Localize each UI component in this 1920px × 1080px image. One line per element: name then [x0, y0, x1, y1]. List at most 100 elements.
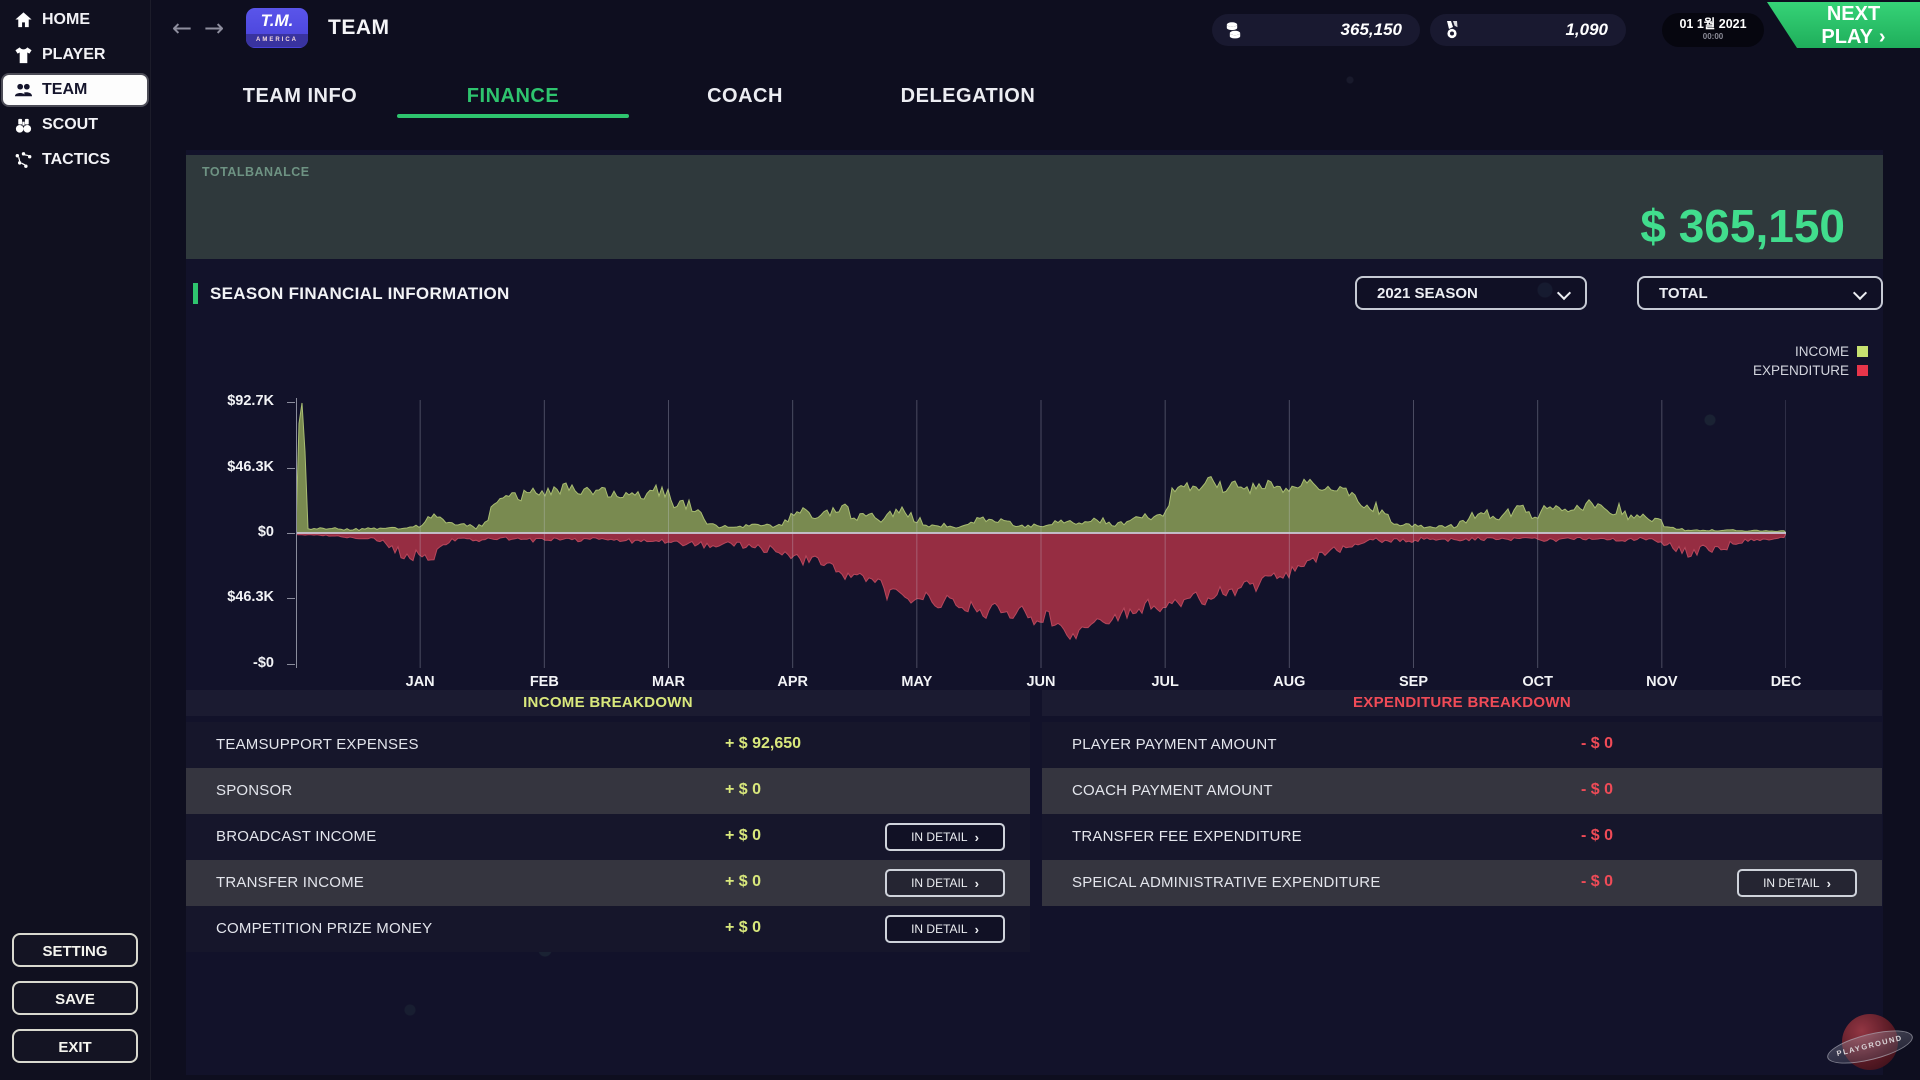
- table-row: COACH PAYMENT AMOUNT - $ 0: [1042, 768, 1882, 814]
- row-value: + $ 0: [725, 781, 762, 798]
- chevron-down-icon: [1852, 285, 1868, 301]
- row-label: SPONSOR: [216, 782, 293, 799]
- chevron-right-icon: ›: [1826, 875, 1831, 891]
- table-row: TRANSFER FEE EXPENDITURE - $ 0: [1042, 814, 1882, 860]
- expenditure-breakdown-table: EXPENDITURE BREAKDOWN PLAYER PAYMENT AMO…: [1042, 690, 1882, 906]
- row-value: - $ 0: [1581, 873, 1614, 890]
- shirt-icon: [15, 46, 32, 63]
- row-value: - $ 0: [1581, 735, 1614, 752]
- sidebar-item-home[interactable]: HOME: [3, 5, 147, 35]
- page-title: TEAM: [328, 16, 390, 39]
- income-breakdown-table: INCOME BREAKDOWN TEAMSUPPORT EXPENSES + …: [186, 690, 1030, 952]
- club-logo[interactable]: T.M. AMERICA: [246, 8, 308, 48]
- x-tick-jul: JUL: [1151, 674, 1179, 690]
- medal-icon: [1447, 21, 1458, 39]
- sidebar-item-label: SCOUT: [42, 116, 98, 133]
- tab-delegation[interactable]: DELEGATION: [868, 85, 1068, 108]
- sidebar-item-label: TACTICS: [42, 151, 111, 168]
- chevron-right-icon: ›: [974, 921, 979, 937]
- forward-arrow-icon[interactable]: →: [204, 14, 224, 42]
- row-value: + $ 92,650: [725, 735, 802, 752]
- in-detail-button[interactable]: IN DETAIL ›: [1737, 869, 1857, 897]
- row-value: + $ 0: [725, 919, 762, 936]
- x-tick-jan: JAN: [405, 674, 435, 690]
- tab-coach[interactable]: COACH: [660, 85, 830, 108]
- season-dropdown[interactable]: 2021 SEASON: [1355, 276, 1587, 310]
- sidebar-item-scout[interactable]: SCOUT: [3, 110, 147, 140]
- x-tick-oct: OCT: [1522, 674, 1553, 690]
- y-tick-mark: [287, 598, 295, 600]
- home-icon: [15, 11, 32, 27]
- back-arrow-icon[interactable]: ←: [172, 14, 192, 42]
- next-play-button[interactable]: NEXT PLAY ›: [1767, 2, 1920, 48]
- date-indicator: 01 1월 2021 00:00: [1662, 13, 1764, 47]
- x-tick-feb: FEB: [529, 674, 559, 690]
- save-button[interactable]: SAVE: [12, 981, 138, 1015]
- tactics-icon: [15, 151, 32, 168]
- chevron-down-icon: [1556, 285, 1572, 301]
- income-table-header: INCOME BREAKDOWN: [186, 690, 1030, 716]
- in-detail-button[interactable]: IN DETAIL ›: [885, 915, 1005, 943]
- row-label: TEAMSUPPORT EXPENSES: [216, 736, 419, 753]
- x-tick-aug: AUG: [1273, 674, 1306, 690]
- row-label: TRANSFER INCOME: [216, 874, 365, 891]
- y-tick: $0: [257, 524, 274, 540]
- club-logo-subtext: AMERICA: [246, 34, 308, 47]
- row-value: + $ 0: [725, 827, 762, 844]
- section-title: SEASON FINANCIAL INFORMATION: [210, 284, 510, 303]
- row-label: SPEICAL ADMINISTRATIVE EXPENDITURE: [1072, 874, 1381, 891]
- table-row: SPEICAL ADMINISTRATIVE EXPENDITURE - $ 0…: [1042, 860, 1882, 906]
- row-label: TRANSFER FEE EXPENDITURE: [1072, 828, 1302, 845]
- sidebar-item-label: HOME: [42, 11, 90, 28]
- exit-button[interactable]: EXIT: [12, 1029, 138, 1063]
- club-logo-text: T.M.: [260, 11, 294, 30]
- table-row: SPONSOR + $ 0: [186, 768, 1030, 814]
- x-tick-nov: NOV: [1646, 674, 1678, 690]
- in-detail-button[interactable]: IN DETAIL ›: [885, 823, 1005, 851]
- money-value: 365,150: [1340, 20, 1402, 39]
- expenditure-table-header: EXPENDITURE BREAKDOWN: [1042, 690, 1882, 716]
- tab-finance[interactable]: FINANCE: [397, 85, 629, 108]
- x-tick-dec: DEC: [1770, 674, 1802, 690]
- top-bar: ← → T.M. AMERICA TEAM 365,150 1,090 01 1…: [150, 0, 1920, 58]
- table-row: PLAYER PAYMENT AMOUNT - $ 0: [1042, 722, 1882, 768]
- y-tick-mark: [287, 664, 295, 665]
- coins-icon: [1226, 22, 1241, 39]
- chevron-right-icon: ›: [974, 875, 979, 891]
- in-detail-button[interactable]: IN DETAIL ›: [885, 869, 1005, 897]
- chevron-right-icon: ›: [1878, 26, 1886, 48]
- scope-dropdown[interactable]: TOTAL: [1637, 276, 1883, 310]
- tab-team-info[interactable]: TEAM INFO: [220, 85, 380, 108]
- y-tick: -$0: [253, 655, 274, 671]
- setting-button[interactable]: SETTING: [12, 933, 138, 967]
- row-label: COMPETITION PRIZE MONEY: [216, 920, 433, 937]
- y-tick-mark: [287, 467, 295, 469]
- binoculars-icon: [15, 118, 32, 133]
- balance-label: TOTALBANALCE: [202, 165, 310, 179]
- game-time: 00:00: [1702, 32, 1724, 41]
- active-tab-underline: [397, 114, 629, 118]
- y-tick: $46.3K: [227, 458, 274, 475]
- team-icon: [14, 83, 33, 96]
- row-value: - $ 0: [1581, 827, 1614, 844]
- x-tick-mar: MAR: [651, 674, 686, 690]
- y-tick: $46.3K: [227, 589, 274, 606]
- sidebar-item-player[interactable]: PLAYER: [3, 40, 147, 70]
- chart-legend: INCOME EXPENDITURE: [1753, 342, 1868, 380]
- chart-y-axis: $92.7K $46.3K $0 $46.3K -$0: [218, 393, 295, 671]
- medal-indicator: 1,090: [1430, 14, 1626, 46]
- total-balance-panel: TOTALBANALCE $ 365,150: [186, 155, 1883, 259]
- scope-dropdown-value: TOTAL: [1659, 284, 1708, 302]
- game-date: 01 1월 2021: [1679, 17, 1747, 31]
- sidebar-item-team[interactable]: TEAM: [3, 75, 147, 105]
- legend-income-swatch: [1857, 346, 1868, 357]
- x-tick-may: MAY: [901, 674, 933, 690]
- y-tick: $92.7K: [227, 393, 274, 409]
- money-indicator: 365,150: [1212, 14, 1420, 46]
- sidebar-item-tactics[interactable]: TACTICS: [3, 145, 147, 175]
- sidebar: HOME PLAYER TEAM SCOUT TACTICS SETTING S…: [0, 0, 151, 1080]
- row-value: + $ 0: [725, 873, 762, 890]
- sidebar-item-label: TEAM: [42, 81, 88, 98]
- sidebar-item-label: PLAYER: [42, 46, 106, 63]
- row-label: PLAYER PAYMENT AMOUNT: [1072, 736, 1277, 753]
